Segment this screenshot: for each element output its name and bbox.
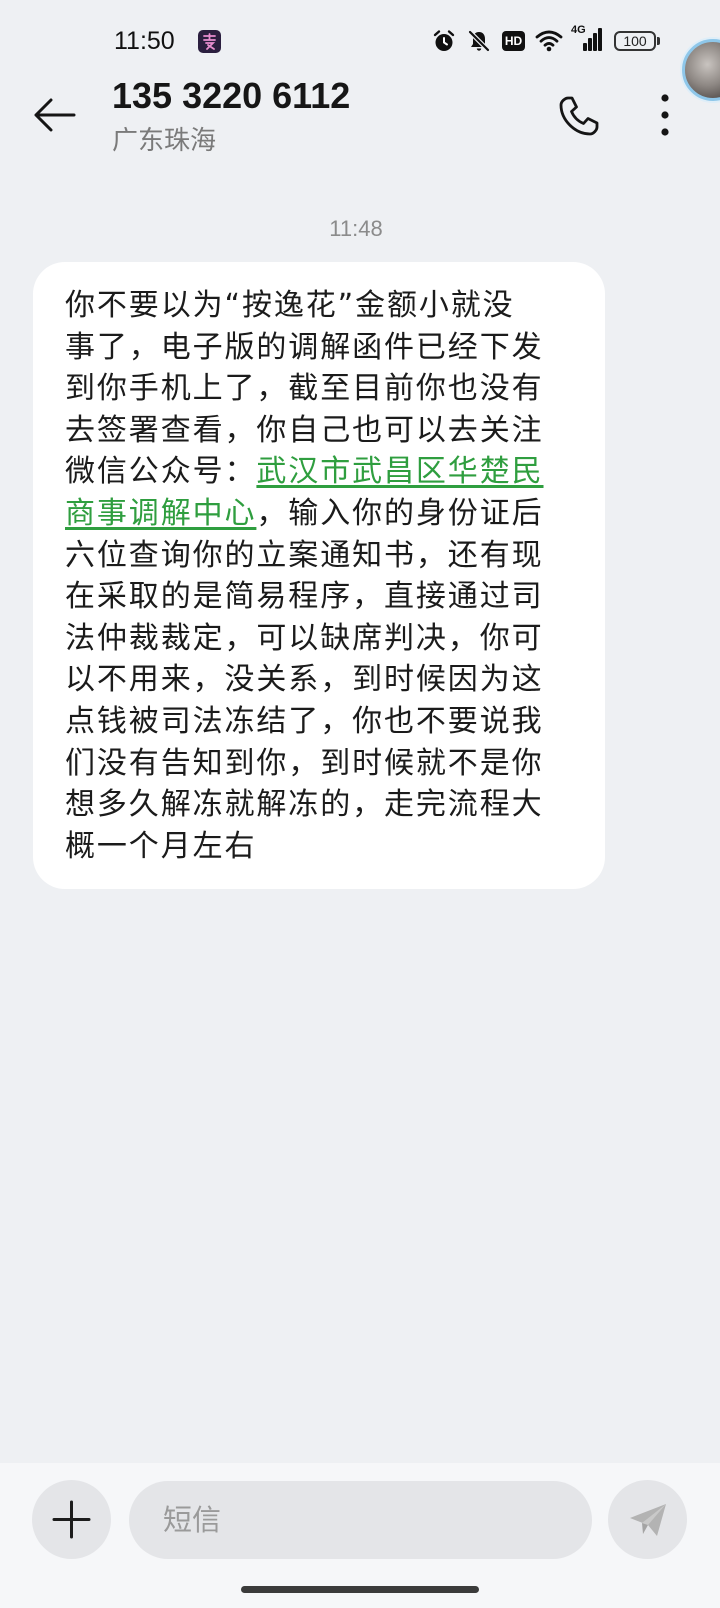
battery-level: 100 [623,33,647,49]
send-icon[interactable] [628,1501,668,1539]
contact-title: 135 3220 6112 [112,75,351,116]
battery-nub [657,37,660,45]
plus-icon[interactable] [52,1500,91,1539]
back-button[interactable] [32,94,78,136]
app-notification-icon [198,30,221,53]
message-timestamp: 11:48 [329,216,383,241]
floating-avatar-bubble[interactable] [680,37,720,107]
battery-icon: 100 [614,31,656,51]
more-vertical-icon[interactable] [652,94,678,136]
more-options-button[interactable] [652,94,678,136]
send-button[interactable] [608,1480,687,1559]
alarm-icon [432,29,456,53]
message-input[interactable] [129,1481,592,1559]
status-time: 11:50 [114,27,175,55]
message-text: ，输入你的身份证后六位查询你的立案通知书，还有现在采取的是简易程序，直接通过司法… [65,495,544,864]
incoming-message-bubble: 你不要以为“按逸花”金额小就没事了，电子版的调解函件已经下发到你手机上了，截至目… [33,262,605,890]
add-attachment-button[interactable] [32,1480,111,1559]
phone-icon[interactable] [555,92,603,140]
floating-avatar[interactable] [682,39,720,101]
contact-location: 广东珠海 [112,126,217,156]
call-button[interactable] [555,92,603,140]
mute-bell-icon [467,29,491,53]
hd-icon: HD [502,31,525,51]
signal-icon: 4G [571,24,603,52]
wifi-icon [535,28,563,52]
back-arrow-icon[interactable] [32,94,78,136]
home-indicator[interactable] [241,1586,479,1593]
